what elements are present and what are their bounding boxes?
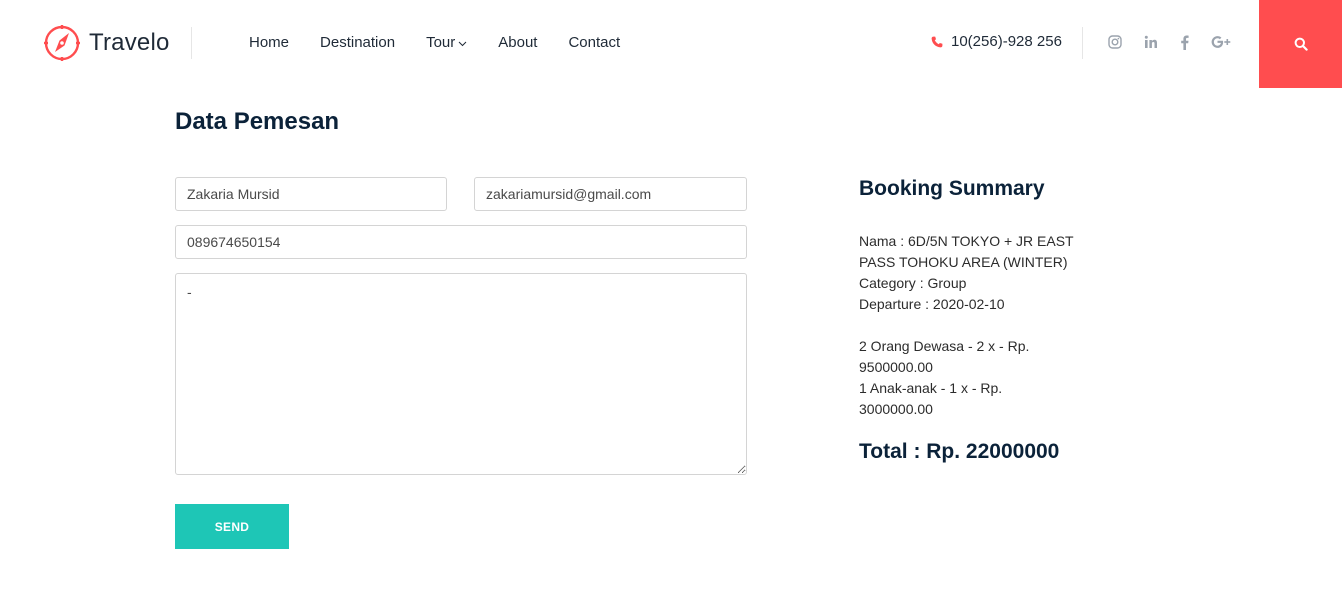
main-nav: Home Destination Tour About Contact (249, 34, 620, 51)
summary-nama-line1: Nama : 6D/5N TOKYO + JR EAST (859, 233, 1074, 249)
search-button[interactable] (1259, 0, 1342, 88)
search-icon (1294, 37, 1308, 51)
name-input[interactable] (175, 177, 447, 211)
nav-tour-label: Tour (426, 34, 456, 51)
site-header: Travelo Home Destination Tour About Cont… (0, 0, 1342, 88)
summary-departure: Departure : 2020-02-10 (859, 296, 1005, 312)
logo-divider (191, 27, 192, 59)
phone-input[interactable] (175, 225, 747, 259)
email-input[interactable] (474, 177, 747, 211)
phone-divider (1082, 27, 1083, 59)
summary-adult-line1: 2 Orang Dewasa - 2 x - Rp. (859, 338, 1030, 354)
summary-child-line2: 3000000.00 (859, 401, 933, 417)
summary-nama-line2: PASS TOHOKU AREA (WINTER) (859, 254, 1068, 270)
nav-destination[interactable]: Destination (320, 34, 395, 51)
linkedin-icon[interactable] (1144, 33, 1158, 51)
phone-number: 10(256)-928 256 (951, 33, 1062, 50)
booking-summary-title: Booking Summary (859, 177, 1045, 200)
nav-about[interactable]: About (498, 34, 537, 51)
header-phone[interactable]: 10(256)-928 256 (931, 33, 1062, 50)
summary-category: Category : Group (859, 275, 967, 291)
compass-icon (44, 25, 80, 61)
summary-child-line1: 1 Anak-anak - 1 x - Rp. (859, 380, 1003, 396)
brand-name: Travelo (89, 29, 170, 56)
message-textarea[interactable]: - (175, 273, 747, 475)
nav-home[interactable]: Home (249, 34, 289, 51)
google-plus-icon[interactable] (1211, 33, 1231, 51)
send-button[interactable]: SEND (175, 504, 289, 549)
summary-spacer (859, 315, 1089, 336)
nav-tour[interactable]: Tour (426, 34, 467, 51)
social-links (1108, 33, 1231, 51)
page-title: Data Pemesan (175, 108, 340, 135)
brand-logo[interactable]: Travelo (43, 24, 170, 62)
booking-summary-details: Nama : 6D/5N TOKYO + JR EAST PASS TOHOKU… (859, 231, 1089, 420)
summary-total: Total : Rp. 22000000 (859, 440, 1060, 463)
nav-contact[interactable]: Contact (568, 34, 620, 51)
chevron-down-icon (458, 41, 467, 47)
summary-adult-line2: 9500000.00 (859, 359, 933, 375)
phone-icon (931, 36, 943, 47)
instagram-icon[interactable] (1108, 33, 1122, 51)
facebook-icon[interactable] (1180, 33, 1189, 51)
